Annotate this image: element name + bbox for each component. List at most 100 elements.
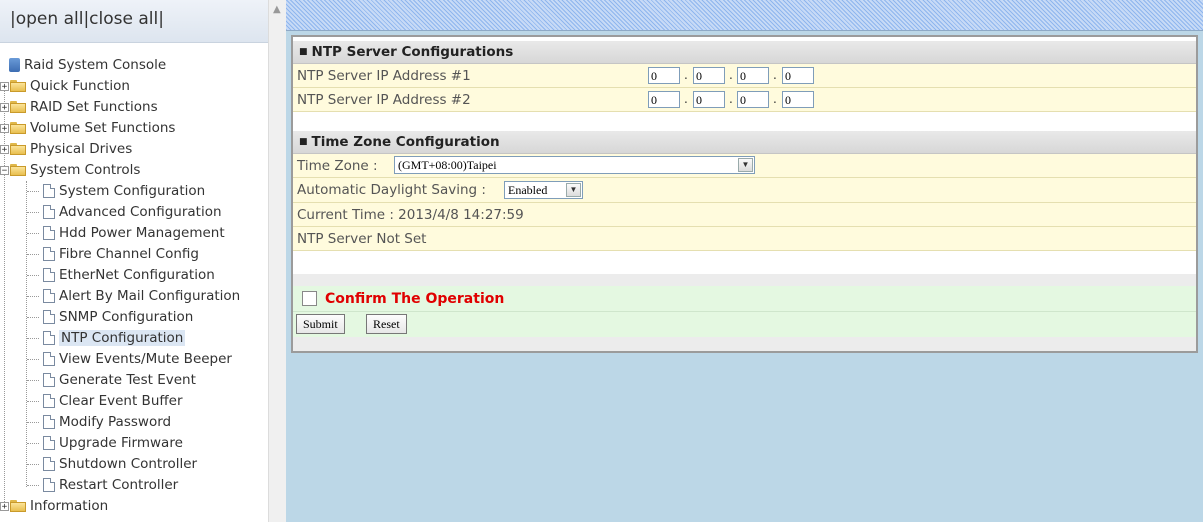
- ntp1-label: NTP Server IP Address #1: [297, 67, 471, 84]
- tree-item-clear-event-buffer[interactable]: Clear Event Buffer: [27, 391, 183, 411]
- expand-icon[interactable]: +: [0, 144, 9, 154]
- folder-icon: [10, 122, 26, 134]
- content-frame: ■ NTP Server Configurations NTP Server I…: [286, 0, 1203, 522]
- page-icon: [43, 436, 55, 450]
- open-close-links: |open all|close all|: [10, 9, 164, 29]
- tree-toolbar: |open all|close all|: [0, 0, 268, 43]
- tree-item-volume-set-functions[interactable]: + Volume Set Functions: [0, 118, 175, 138]
- folder-icon: [10, 500, 26, 512]
- page-icon: [43, 478, 55, 492]
- ntp2-octet-4[interactable]: 0: [782, 91, 814, 108]
- tree-item-fibre-channel-config[interactable]: Fibre Channel Config: [27, 244, 199, 264]
- tree-item-label: Clear Event Buffer: [59, 393, 183, 409]
- scroll-up-arrow-icon[interactable]: ▲: [273, 4, 281, 15]
- page-icon: [43, 394, 55, 408]
- expand-icon[interactable]: +: [0, 123, 9, 133]
- bullet-icon: ■: [299, 47, 308, 57]
- tree-root-label: Raid System Console: [24, 57, 167, 73]
- ntp2-octet-1[interactable]: 0: [648, 91, 680, 108]
- tree-item-shutdown-controller[interactable]: Shutdown Controller: [27, 454, 197, 474]
- tree-item-label: Physical Drives: [30, 141, 133, 157]
- tree-item-label: Volume Set Functions: [30, 120, 176, 136]
- tree-item-alert-by-mail-configuration[interactable]: Alert By Mail Configuration: [27, 286, 240, 306]
- current-time-row: Current Time : 2013/4/8 14:27:59: [293, 203, 1196, 227]
- tree-item-system-configuration[interactable]: System Configuration: [27, 181, 205, 201]
- timezone-select[interactable]: (GMT+08:00)Taipei ▼: [394, 156, 755, 174]
- tree-item-snmp-configuration[interactable]: SNMP Configuration: [27, 307, 193, 327]
- page-icon: [43, 247, 55, 261]
- dropdown-arrow-icon[interactable]: ▼: [738, 158, 753, 172]
- timezone-row: Time Zone : (GMT+08:00)Taipei ▼: [293, 154, 1196, 178]
- tree-item-advanced-configuration[interactable]: Advanced Configuration: [27, 202, 222, 222]
- page-icon: [43, 289, 55, 303]
- open-folder-icon: [10, 164, 26, 176]
- ip-dot: .: [684, 92, 688, 106]
- ip-dot: .: [729, 68, 733, 82]
- tree-item-label: Modify Password: [59, 414, 172, 430]
- ntp-status-row: NTP Server Not Set: [293, 227, 1196, 251]
- ntp1-octet-4[interactable]: 0: [782, 67, 814, 84]
- section-title: NTP Server Configurations: [311, 44, 514, 60]
- section-title: Time Zone Configuration: [311, 134, 500, 150]
- expand-icon[interactable]: +: [0, 81, 9, 91]
- ntp1-octet-1[interactable]: 0: [648, 67, 680, 84]
- page-icon: [43, 226, 55, 240]
- tree-item-physical-drives[interactable]: + Physical Drives: [0, 139, 132, 159]
- tree-item-quick-function[interactable]: + Quick Function: [0, 76, 130, 96]
- expand-icon[interactable]: +: [0, 501, 9, 511]
- tree-item-label: SNMP Configuration: [59, 309, 194, 325]
- tree-item-modify-password[interactable]: Modify Password: [27, 412, 171, 432]
- ntp2-row: NTP Server IP Address #2 0 . 0 . 0 . 0: [293, 88, 1196, 112]
- tree-item-label: Advanced Configuration: [59, 204, 222, 220]
- ntp1-octet-2[interactable]: 0: [693, 67, 725, 84]
- page-icon: [43, 373, 55, 387]
- ntp2-label: NTP Server IP Address #2: [297, 91, 471, 108]
- submit-button[interactable]: Submit: [296, 314, 345, 334]
- ntp-status-text: NTP Server Not Set: [297, 230, 427, 247]
- page-icon: [43, 352, 55, 366]
- tree-item-label: Quick Function: [30, 78, 130, 94]
- page-icon: [43, 331, 55, 345]
- panel-bottom-strip: [293, 337, 1196, 351]
- tree-item-label: Generate Test Event: [59, 372, 196, 388]
- collapse-icon[interactable]: −: [0, 165, 9, 175]
- tree-item-ethernet-configuration[interactable]: EtherNet Configuration: [27, 265, 215, 285]
- tree-item-restart-controller[interactable]: Restart Controller: [27, 475, 178, 495]
- separator: |: [158, 9, 164, 29]
- confirm-checkbox[interactable]: [302, 291, 317, 306]
- tree-item-label: Alert By Mail Configuration: [59, 288, 241, 304]
- tree-item-system-controls[interactable]: − System Controls: [0, 160, 140, 180]
- dst-label: Automatic Daylight Saving :: [297, 182, 486, 198]
- ntp1-octet-3[interactable]: 0: [737, 67, 769, 84]
- tree-item-raid-set-functions[interactable]: + RAID Set Functions: [0, 97, 158, 117]
- tree-item-label: System Controls: [30, 162, 141, 178]
- tree-item-hdd-power-management[interactable]: Hdd Power Management: [27, 223, 225, 243]
- page-icon: [43, 457, 55, 471]
- confirm-row: Confirm The Operation: [293, 286, 1196, 312]
- dst-select[interactable]: Enabled ▼: [504, 181, 583, 199]
- tree-item-upgrade-firmware[interactable]: Upgrade Firmware: [27, 433, 183, 453]
- database-icon: [9, 58, 20, 72]
- tree-item-view-events-mute-beeper[interactable]: View Events/Mute Beeper: [27, 349, 232, 369]
- tree-root[interactable]: Raid System Console: [9, 55, 166, 75]
- tree-scrollbar[interactable]: ▲: [268, 0, 287, 522]
- dropdown-arrow-icon[interactable]: ▼: [566, 183, 581, 197]
- expand-icon[interactable]: +: [0, 102, 9, 112]
- page-icon: [43, 268, 55, 282]
- ntp-config-panel: ■ NTP Server Configurations NTP Server I…: [291, 35, 1198, 353]
- close-all-link[interactable]: close all: [89, 9, 158, 29]
- tz-section-header: ■ Time Zone Configuration: [293, 131, 1196, 154]
- folder-icon: [10, 143, 26, 155]
- ntp2-octet-2[interactable]: 0: [693, 91, 725, 108]
- tree-item-generate-test-event[interactable]: Generate Test Event: [27, 370, 196, 390]
- tree-item-label: Information: [30, 498, 109, 514]
- reset-button[interactable]: Reset: [366, 314, 407, 334]
- tree-item-information[interactable]: + Information: [0, 496, 108, 516]
- tree-item-ntp-configuration[interactable]: NTP Configuration: [27, 328, 186, 348]
- tree-item-label: Shutdown Controller: [59, 456, 198, 472]
- ntp2-octet-3[interactable]: 0: [737, 91, 769, 108]
- folder-icon: [10, 101, 26, 113]
- open-all-link[interactable]: open all: [16, 9, 84, 29]
- timezone-label: Time Zone :: [297, 157, 378, 174]
- tree-item-label: System Configuration: [59, 183, 206, 199]
